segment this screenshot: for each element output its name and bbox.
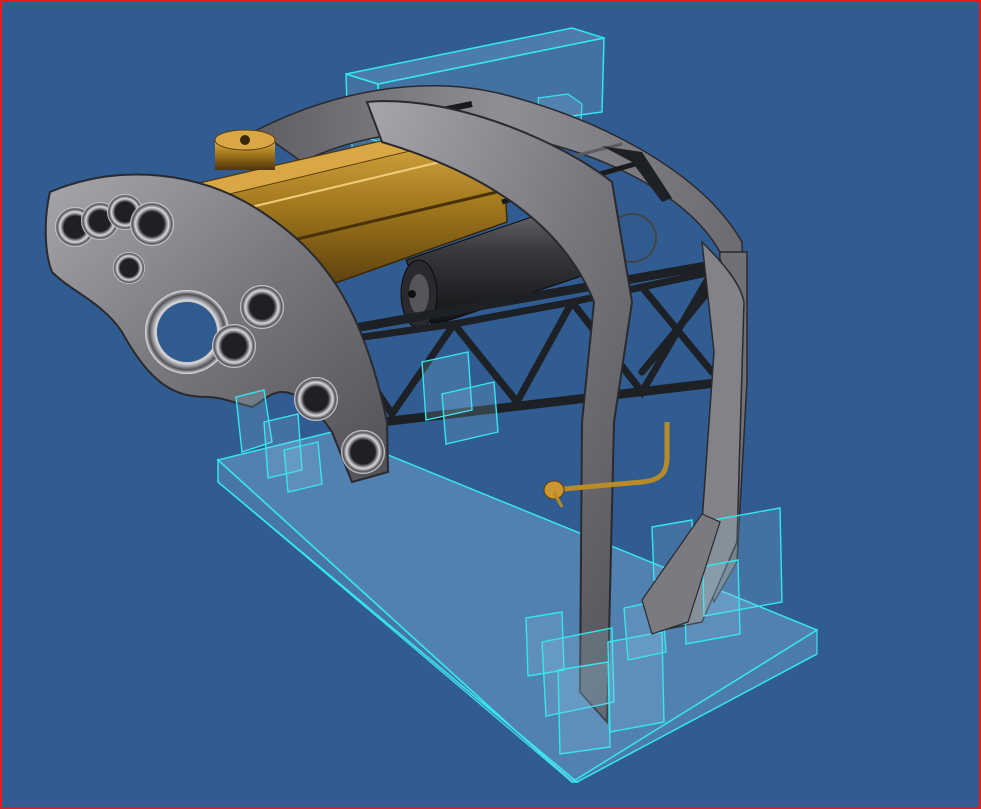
cad-3d-viewport[interactable] bbox=[0, 0, 981, 809]
cad-model-render[interactable] bbox=[2, 2, 979, 807]
tank-filler-cap bbox=[214, 129, 276, 170]
